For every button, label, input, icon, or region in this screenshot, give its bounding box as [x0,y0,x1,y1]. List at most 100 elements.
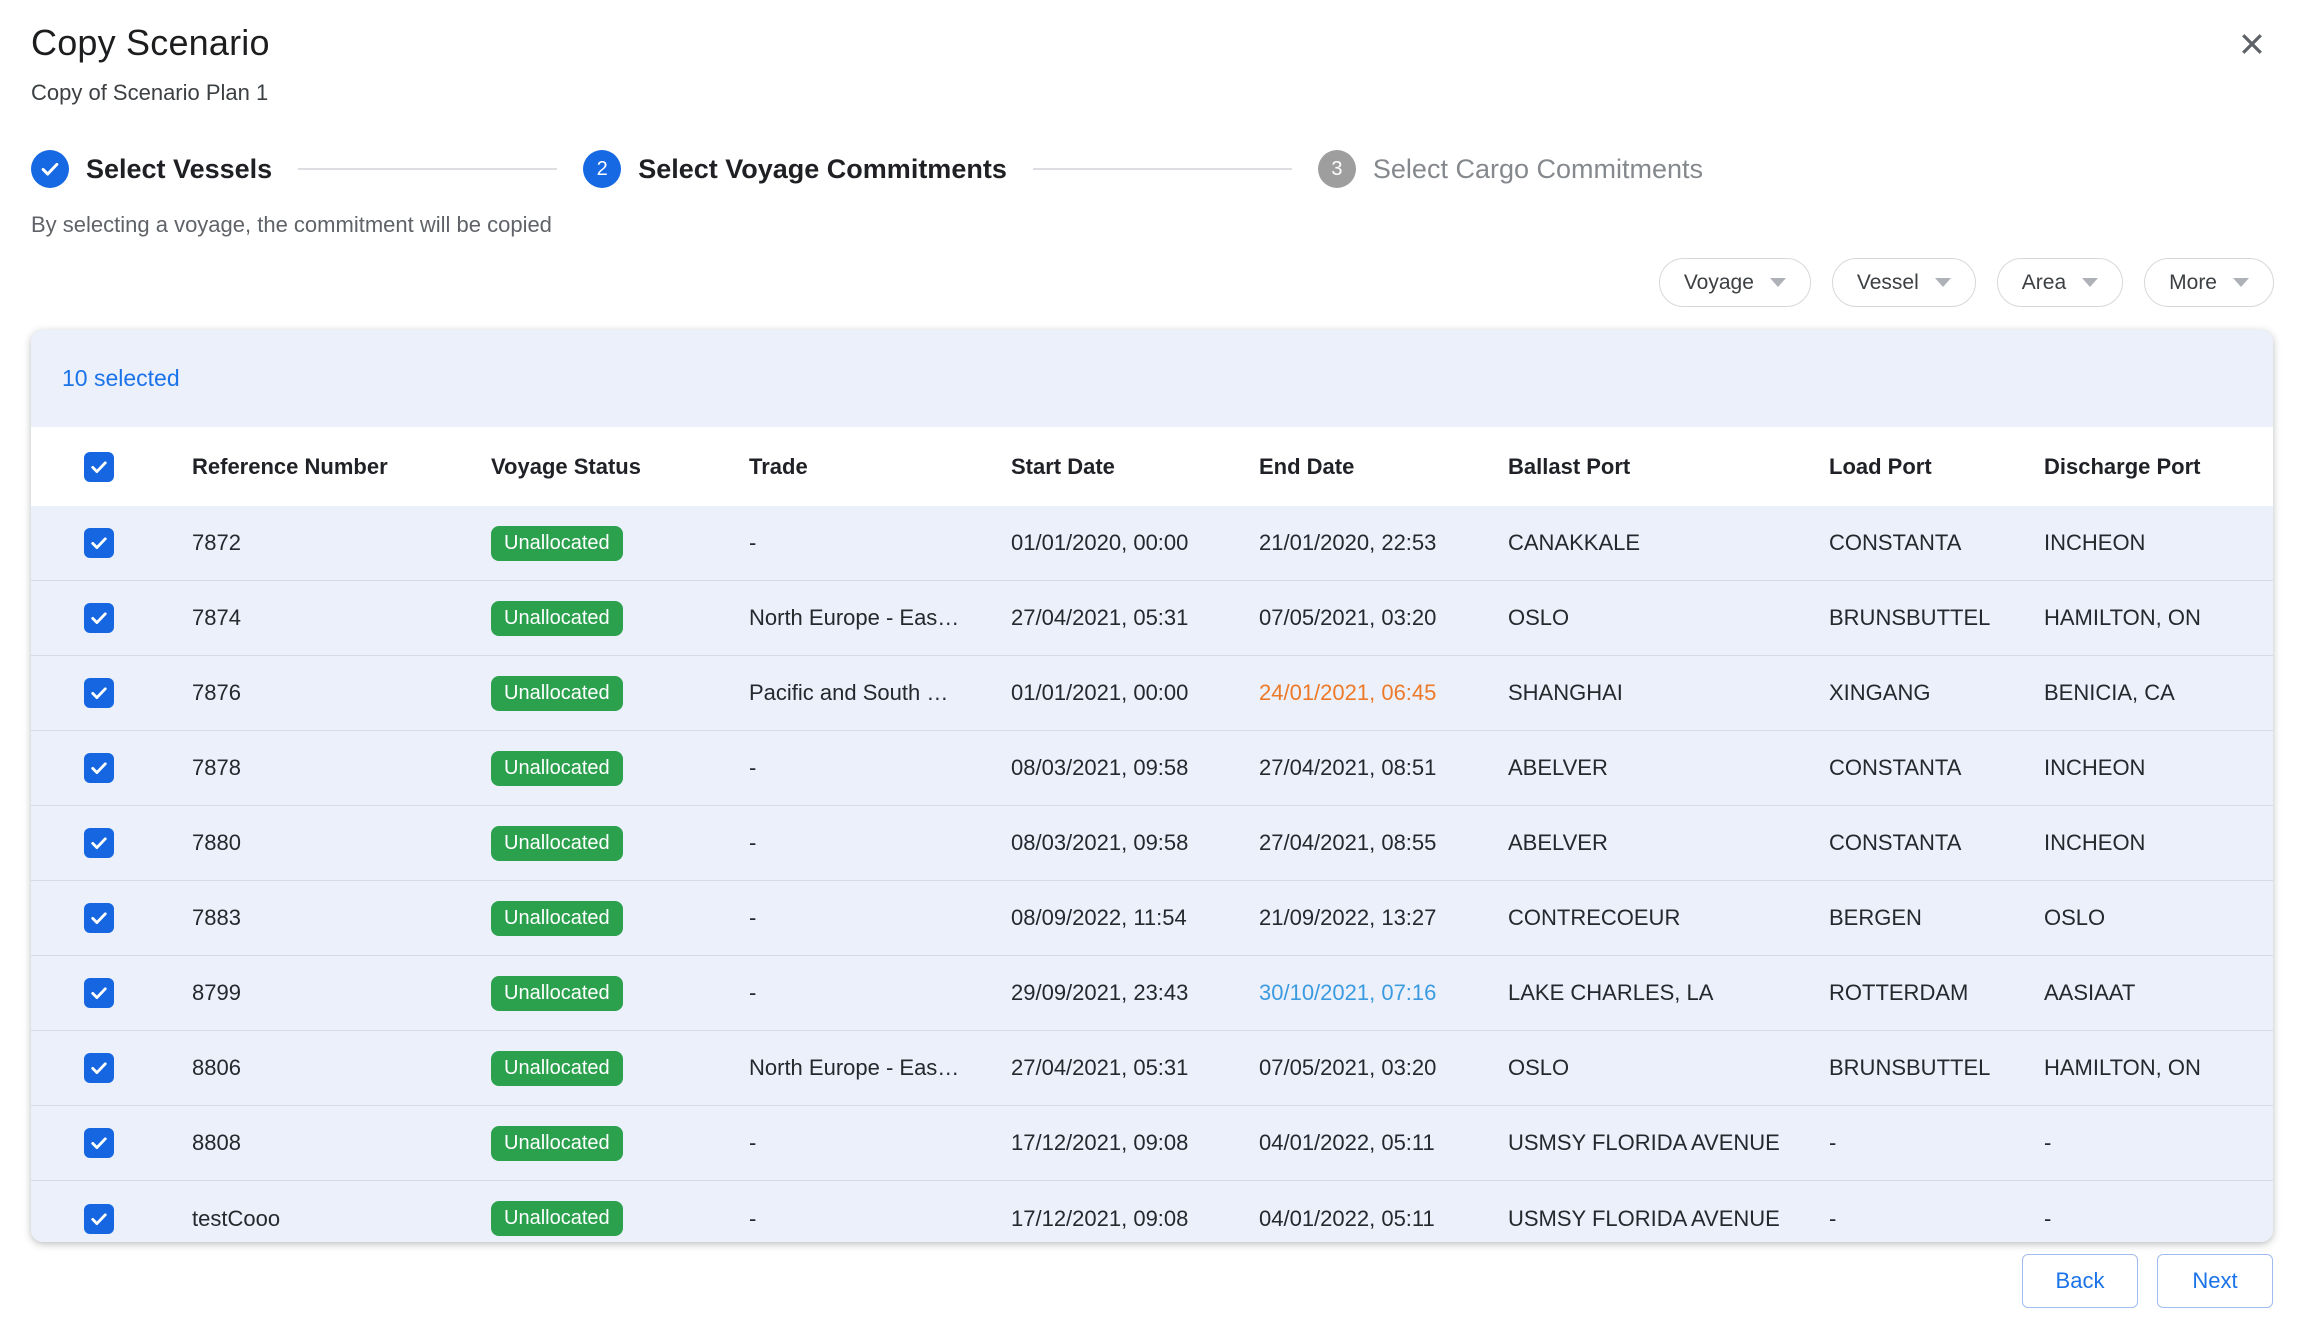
reference-number-cell: 7876 [192,680,491,706]
voyage-status-badge: Unallocated [491,901,623,936]
table-row[interactable]: 7880 Unallocated - 08/03/2021, 09:58 27/… [31,806,2273,881]
ballast-port-cell: USMSY FLORIDA AVENUE [1508,1130,1829,1156]
column-header-load-port: Load Port [1829,454,2044,480]
trade-cell: - [749,980,1011,1006]
table-row[interactable]: 8808 Unallocated - 17/12/2021, 09:08 04/… [31,1106,2273,1181]
start-date-cell: 08/03/2021, 09:58 [1011,830,1259,856]
discharge-port-cell: HAMILTON, ON [2044,1055,2273,1081]
load-port-cell: CONSTANTA [1829,755,2044,781]
voyage-status-badge: Unallocated [491,1051,623,1086]
chevron-down-icon [2233,278,2249,287]
ballast-port-cell: ABELVER [1508,830,1829,856]
table-row[interactable]: 7876 Unallocated Pacific and South … 01/… [31,656,2273,731]
row-checkbox[interactable] [84,753,114,783]
chevron-down-icon [1935,278,1951,287]
trade-cell: - [749,830,1011,856]
row-checkbox[interactable] [84,903,114,933]
row-checkbox[interactable] [84,978,114,1008]
stepper-connector [1033,168,1292,170]
step-select-vessels[interactable]: Select Vessels [31,150,272,188]
ballast-port-cell: USMSY FLORIDA AVENUE [1508,1206,1829,1232]
start-date-cell: 27/04/2021, 05:31 [1011,605,1259,631]
ballast-port-cell: SHANGHAI [1508,680,1829,706]
load-port-cell: BRUNSBUTTEL [1829,605,2044,631]
column-header-ballast-port: Ballast Port [1508,454,1829,480]
table-row[interactable]: 7883 Unallocated - 08/09/2022, 11:54 21/… [31,881,2273,956]
chevron-down-icon [2082,278,2098,287]
table-row[interactable]: 8806 Unallocated North Europe - Eas… 27/… [31,1031,2273,1106]
discharge-port-cell: INCHEON [2044,755,2273,781]
load-port-cell: XINGANG [1829,680,2044,706]
step-label: Select Vessels [86,154,272,185]
table-row[interactable]: 7872 Unallocated - 01/01/2020, 00:00 21/… [31,506,2273,581]
filter-voyage-dropdown[interactable]: Voyage [1659,258,1811,307]
voyage-status-badge: Unallocated [491,976,623,1011]
reference-number-cell: 7878 [192,755,491,781]
next-button[interactable]: Next [2157,1254,2273,1308]
filter-label: Area [2022,271,2066,295]
table-row[interactable]: 7878 Unallocated - 08/03/2021, 09:58 27/… [31,731,2273,806]
row-checkbox[interactable] [84,678,114,708]
trade-cell: - [749,905,1011,931]
end-date-cell: 04/01/2022, 05:11 [1259,1130,1508,1156]
row-checkbox[interactable] [84,828,114,858]
reference-number-cell: testCooo [192,1206,491,1232]
table-header-row: Reference Number Voyage Status Trade Sta… [31,427,2273,506]
table-row[interactable]: 8799 Unallocated - 29/09/2021, 23:43 30/… [31,956,2273,1031]
voyage-status-badge: Unallocated [491,751,623,786]
start-date-cell: 08/03/2021, 09:58 [1011,755,1259,781]
chevron-down-icon [1770,278,1786,287]
end-date-cell: 21/01/2020, 22:53 [1259,530,1508,556]
step-number-badge: 2 [583,150,621,188]
ballast-port-cell: ABELVER [1508,755,1829,781]
discharge-port-cell: OSLO [2044,905,2273,931]
voyage-table-panel: 10 selected Reference Number Voyage Stat… [31,330,2273,1242]
end-date-cell: 24/01/2021, 06:45 [1259,680,1508,706]
table-row[interactable]: testCooo Unallocated - 17/12/2021, 09:08… [31,1181,2273,1242]
load-port-cell: BRUNSBUTTEL [1829,1055,2044,1081]
start-date-cell: 17/12/2021, 09:08 [1011,1130,1259,1156]
load-port-cell: CONSTANTA [1829,830,2044,856]
select-all-checkbox[interactable] [84,452,114,482]
row-checkbox[interactable] [84,1128,114,1158]
end-date-cell: 27/04/2021, 08:55 [1259,830,1508,856]
ballast-port-cell: OSLO [1508,1055,1829,1081]
trade-cell: - [749,755,1011,781]
step-select-voyage-commitments[interactable]: 2 Select Voyage Commitments [583,150,1007,188]
step-number-badge: 3 [1318,150,1356,188]
end-date-cell: 07/05/2021, 03:20 [1259,1055,1508,1081]
row-checkbox[interactable] [84,1204,114,1234]
filter-label: Vessel [1857,271,1919,295]
start-date-cell: 27/04/2021, 05:31 [1011,1055,1259,1081]
discharge-port-cell: BENICIA, CA [2044,680,2273,706]
back-button[interactable]: Back [2022,1254,2138,1308]
filter-more-dropdown[interactable]: More [2144,258,2274,307]
load-port-cell: - [1829,1206,2044,1232]
voyage-status-badge: Unallocated [491,601,623,636]
reference-number-cell: 7872 [192,530,491,556]
filter-label: Voyage [1684,271,1754,295]
selected-count: 10 selected [62,365,180,392]
trade-cell: North Europe - Eas… [749,1055,1011,1081]
step-select-cargo-commitments[interactable]: 3 Select Cargo Commitments [1318,150,1703,188]
column-header-end-date: End Date [1259,454,1508,480]
close-icon[interactable] [2232,24,2272,64]
load-port-cell: ROTTERDAM [1829,980,2044,1006]
row-checkbox[interactable] [84,603,114,633]
dialog-header: Copy Scenario Copy of Scenario Plan 1 [31,22,270,106]
reference-number-cell: 8806 [192,1055,491,1081]
filter-vessel-dropdown[interactable]: Vessel [1832,258,1976,307]
table-row[interactable]: 7874 Unallocated North Europe - Eas… 27/… [31,581,2273,656]
filter-area-dropdown[interactable]: Area [1997,258,2123,307]
discharge-port-cell: INCHEON [2044,530,2273,556]
start-date-cell: 29/09/2021, 23:43 [1011,980,1259,1006]
voyage-status-badge: Unallocated [491,1126,623,1161]
row-checkbox[interactable] [84,1053,114,1083]
reference-number-cell: 7880 [192,830,491,856]
column-header-trade: Trade [749,454,1011,480]
discharge-port-cell: - [2044,1206,2273,1232]
start-date-cell: 08/09/2022, 11:54 [1011,905,1259,931]
column-header-discharge-port: Discharge Port [2044,454,2273,480]
load-port-cell: - [1829,1130,2044,1156]
row-checkbox[interactable] [84,528,114,558]
